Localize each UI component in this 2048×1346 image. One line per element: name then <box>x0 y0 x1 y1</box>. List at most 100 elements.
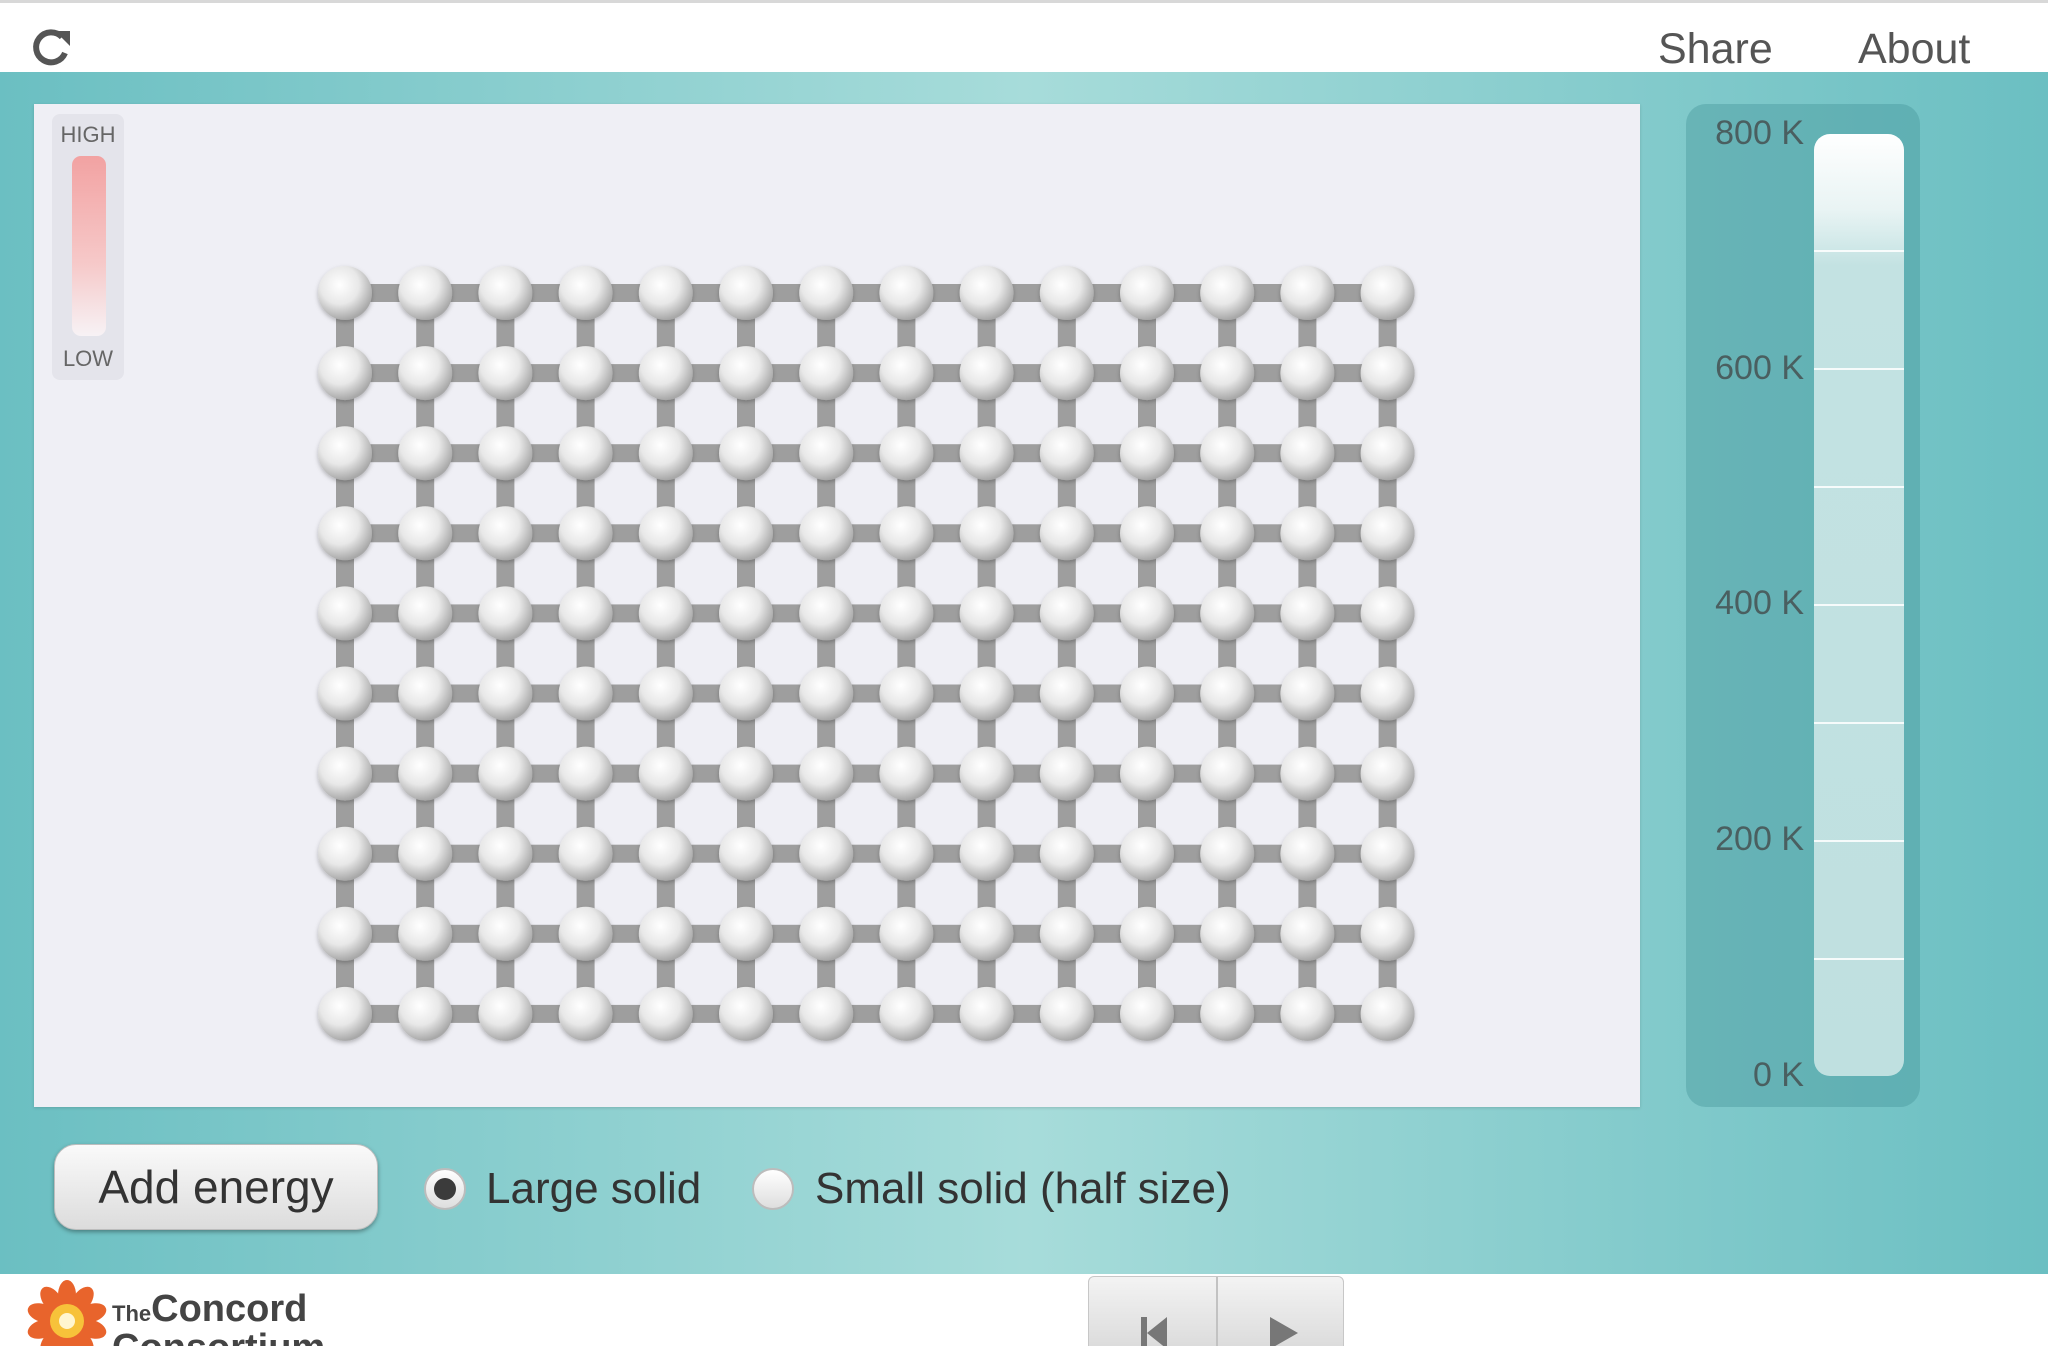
play-icon[interactable] <box>1218 1277 1345 1346</box>
atom[interactable] <box>959 346 1014 401</box>
atom[interactable] <box>959 666 1014 721</box>
atom[interactable] <box>1039 346 1094 401</box>
atom[interactable] <box>1039 746 1094 801</box>
atom[interactable] <box>638 266 693 320</box>
atom[interactable] <box>318 826 372 881</box>
atom[interactable] <box>719 346 773 401</box>
atom[interactable] <box>799 826 854 881</box>
atom[interactable] <box>719 586 773 641</box>
atom[interactable] <box>879 426 934 481</box>
atom[interactable] <box>398 266 453 320</box>
atom[interactable] <box>558 826 613 881</box>
large-solid-radio[interactable] <box>424 1168 466 1210</box>
atom[interactable] <box>879 906 934 961</box>
atom[interactable] <box>558 266 613 320</box>
atom[interactable] <box>1280 506 1335 561</box>
atom[interactable] <box>478 426 533 481</box>
atom[interactable] <box>1120 906 1174 961</box>
atom[interactable] <box>879 506 934 561</box>
atom[interactable] <box>638 346 693 401</box>
atom[interactable] <box>1039 826 1094 881</box>
atom[interactable] <box>1039 986 1094 1041</box>
atom[interactable] <box>478 906 533 961</box>
atom[interactable] <box>879 346 934 401</box>
atom[interactable] <box>638 586 693 641</box>
atom[interactable] <box>1360 666 1415 721</box>
atom[interactable] <box>799 426 854 481</box>
atom[interactable] <box>1280 986 1335 1041</box>
atom[interactable] <box>478 506 533 561</box>
share-link[interactable]: Share <box>1658 25 1773 74</box>
atom[interactable] <box>478 586 533 641</box>
atom[interactable] <box>1120 666 1174 721</box>
atom[interactable] <box>1360 826 1415 881</box>
atom[interactable] <box>398 986 453 1041</box>
reset-icon[interactable] <box>1089 1277 1216 1346</box>
atom[interactable] <box>959 266 1014 320</box>
atom[interactable] <box>1360 986 1415 1041</box>
atom[interactable] <box>398 346 453 401</box>
atom[interactable] <box>719 906 773 961</box>
atom[interactable] <box>1120 346 1174 401</box>
atom[interactable] <box>638 986 693 1041</box>
atom[interactable] <box>1360 506 1415 561</box>
atom[interactable] <box>1280 266 1335 320</box>
atom[interactable] <box>478 746 533 801</box>
atom[interactable] <box>799 666 854 721</box>
atom[interactable] <box>1280 906 1335 961</box>
atom[interactable] <box>558 346 613 401</box>
atom[interactable] <box>1360 266 1415 320</box>
atom[interactable] <box>1120 506 1174 561</box>
atom[interactable] <box>879 666 934 721</box>
atom[interactable] <box>1120 746 1174 801</box>
atom[interactable] <box>719 266 773 320</box>
atom[interactable] <box>1200 746 1255 801</box>
atom[interactable] <box>879 746 934 801</box>
small-solid-radio[interactable] <box>752 1168 794 1210</box>
atom[interactable] <box>959 906 1014 961</box>
atom[interactable] <box>959 586 1014 641</box>
atom[interactable] <box>1120 986 1174 1041</box>
atom[interactable] <box>638 666 693 721</box>
atom[interactable] <box>799 906 854 961</box>
atom[interactable] <box>1039 266 1094 320</box>
atom[interactable] <box>1200 906 1255 961</box>
atom[interactable] <box>959 986 1014 1041</box>
atom[interactable] <box>638 426 693 481</box>
atom[interactable] <box>1039 666 1094 721</box>
atom[interactable] <box>558 906 613 961</box>
atom[interactable] <box>1280 586 1335 641</box>
atom[interactable] <box>318 906 372 961</box>
atom[interactable] <box>1360 346 1415 401</box>
atom[interactable] <box>1360 426 1415 481</box>
atom[interactable] <box>478 666 533 721</box>
atom[interactable] <box>1200 586 1255 641</box>
atom[interactable] <box>1280 826 1335 881</box>
atom[interactable] <box>1120 586 1174 641</box>
atom[interactable] <box>1200 986 1255 1041</box>
atom[interactable] <box>879 826 934 881</box>
atom[interactable] <box>398 426 453 481</box>
atom[interactable] <box>478 826 533 881</box>
atom[interactable] <box>1200 506 1255 561</box>
atom[interactable] <box>1360 906 1415 961</box>
reload-icon[interactable] <box>28 27 72 71</box>
atom[interactable] <box>1280 746 1335 801</box>
atom[interactable] <box>1200 426 1255 481</box>
atom[interactable] <box>638 506 693 561</box>
atom[interactable] <box>638 746 693 801</box>
atom[interactable] <box>318 666 372 721</box>
atom[interactable] <box>799 986 854 1041</box>
atom[interactable] <box>558 586 613 641</box>
atom[interactable] <box>398 826 453 881</box>
atom[interactable] <box>398 506 453 561</box>
atom[interactable] <box>638 906 693 961</box>
atom[interactable] <box>318 266 372 320</box>
atom[interactable] <box>318 426 372 481</box>
small-solid-label[interactable]: Small solid (half size) <box>815 1164 1231 1214</box>
atom[interactable] <box>318 986 372 1041</box>
atom[interactable] <box>1280 346 1335 401</box>
atom[interactable] <box>1039 586 1094 641</box>
atom[interactable] <box>1280 426 1335 481</box>
atom[interactable] <box>558 746 613 801</box>
